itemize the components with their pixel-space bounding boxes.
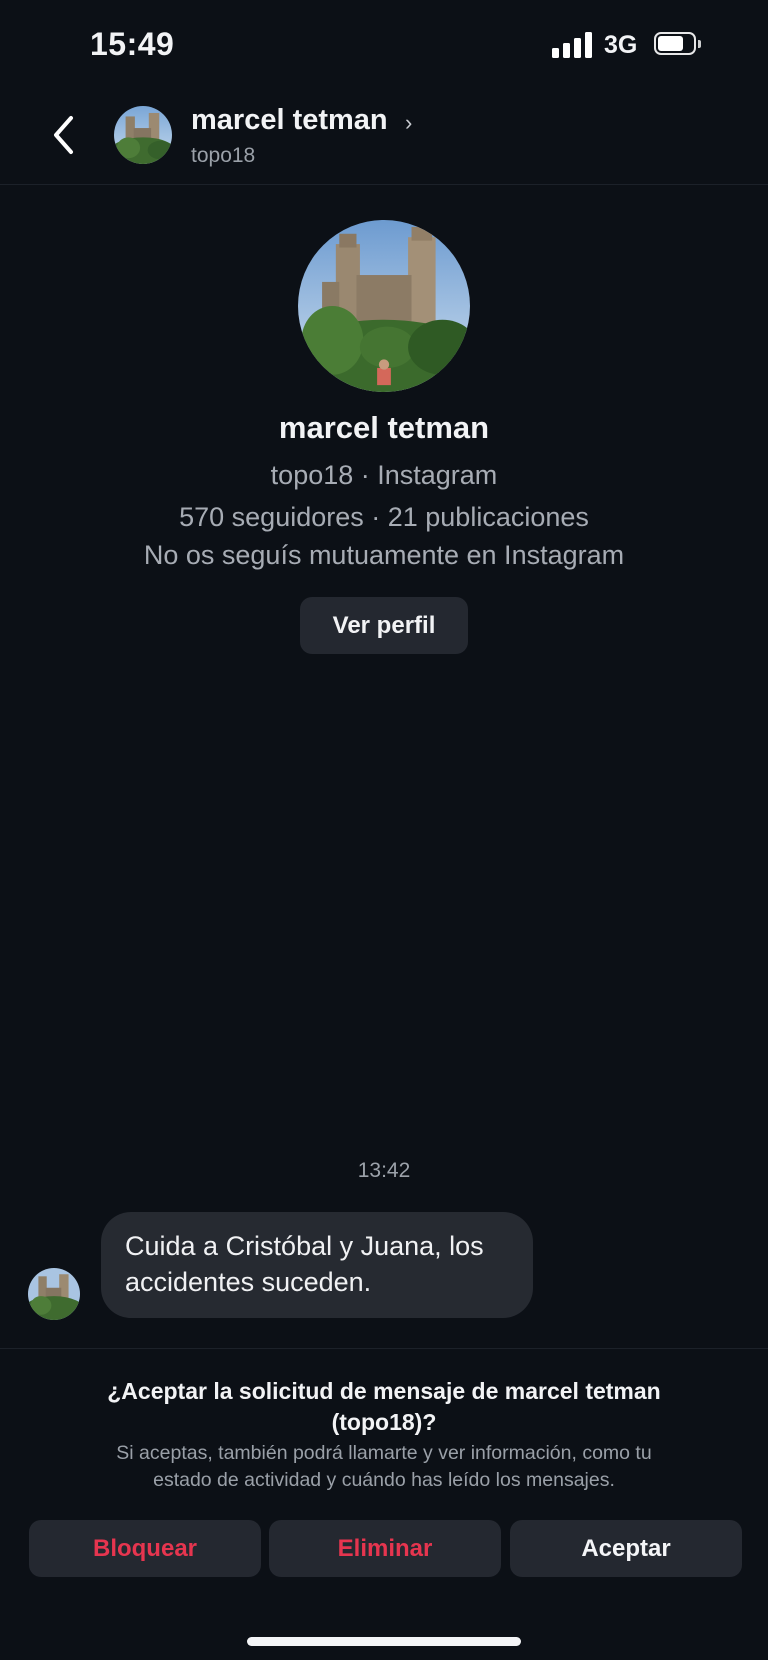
header-divider xyxy=(0,184,768,185)
message-timestamp: 13:42 xyxy=(357,1159,411,1182)
request-description-line: estado de actividad y cuándo has leído l… xyxy=(153,1469,615,1491)
message-text-line: Cuida a Cristóbal y Juana, los xyxy=(125,1231,484,1261)
profile-subtitle: topo18 · Instagram xyxy=(270,460,498,490)
back-chevron-icon xyxy=(54,116,73,154)
chevron-right-icon[interactable]: › xyxy=(405,110,412,136)
signal-icon xyxy=(552,32,594,58)
request-title-line: ¿Aceptar la solicitud de mensaje de marc… xyxy=(107,1378,661,1404)
delete-button[interactable]: Eliminar xyxy=(269,1520,501,1577)
message-bubble[interactable]: Cuida a Cristóbal y Juana, los accidente… xyxy=(101,1212,533,1318)
request-title-line: (topo18)? xyxy=(331,1409,437,1435)
back-button[interactable] xyxy=(46,112,84,158)
message-text-line: accidentes suceden. xyxy=(125,1267,372,1297)
profile-stats: 570 seguidores · 21 publicaciones xyxy=(179,502,589,532)
dm-request-screen: 15:49 3G marcel tetman › topo18 marcel t… xyxy=(0,0,768,1660)
header-username: topo18 xyxy=(191,144,256,167)
home-indicator[interactable] xyxy=(247,1637,521,1646)
battery-icon xyxy=(654,32,702,57)
profile-avatar[interactable] xyxy=(298,220,470,392)
follow-status: No os seguís mutuamente en Instagram xyxy=(143,540,625,570)
header-avatar[interactable] xyxy=(114,106,172,164)
message-sender-avatar[interactable] xyxy=(28,1268,80,1320)
block-button[interactable]: Bloquear xyxy=(29,1520,261,1577)
panel-divider xyxy=(0,1348,768,1349)
status-time: 15:49 xyxy=(90,26,175,62)
request-description-line: Si aceptas, también podrá llamarte y ver… xyxy=(116,1442,652,1464)
accept-button[interactable]: Aceptar xyxy=(510,1520,742,1577)
request-description: Si aceptas, también podrá llamarte y ver… xyxy=(40,1440,728,1494)
view-profile-button[interactable]: Ver perfil xyxy=(300,597,468,654)
profile-display-name: marcel tetman xyxy=(278,410,490,445)
request-title: ¿Aceptar la solicitud de mensaje de marc… xyxy=(40,1376,728,1438)
network-type: 3G xyxy=(604,31,638,59)
header-display-name[interactable]: marcel tetman xyxy=(191,104,388,137)
